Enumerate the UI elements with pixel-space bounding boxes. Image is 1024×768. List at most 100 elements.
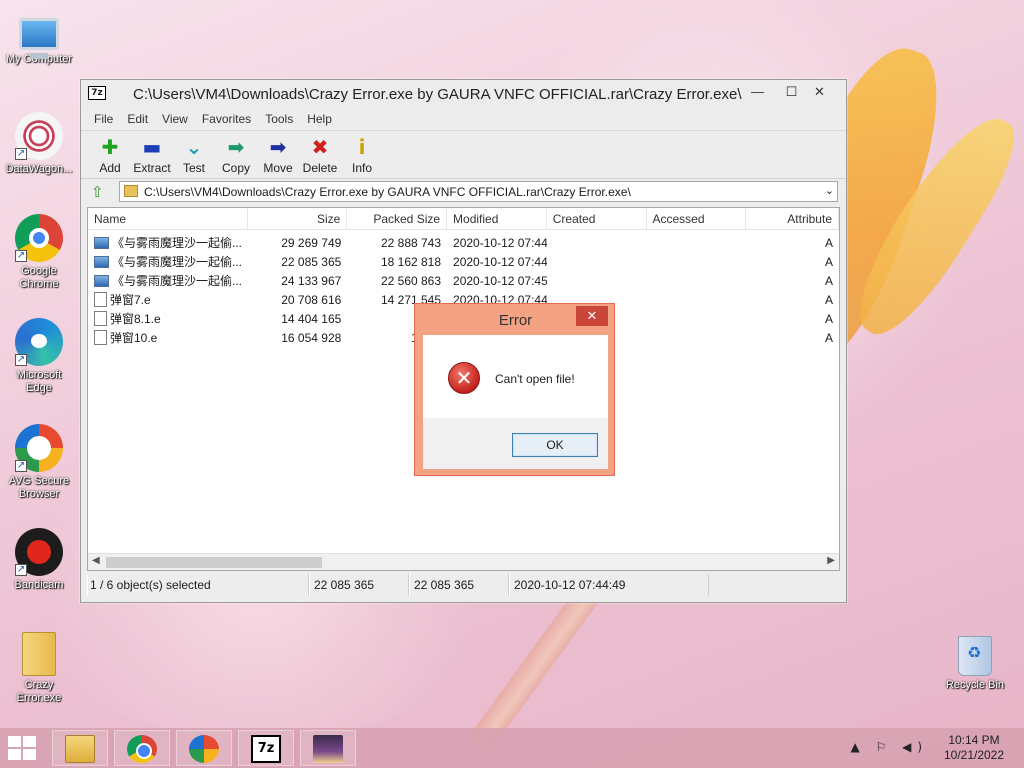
column-packed-size[interactable]: Packed Size — [347, 208, 448, 230]
horizontal-scrollbar[interactable]: ◀ ▶ — [88, 553, 839, 570]
menu-bar: File Edit View Favorites Tools Help — [81, 108, 846, 130]
desktop-icon-avg[interactable]: ↗ AVG Secure Browser — [1, 424, 77, 501]
ok-button[interactable]: OK — [512, 433, 598, 457]
desktop-icon-label: AVG Secure Browser — [8, 475, 70, 500]
taskbar-7zip[interactable]: 7z — [238, 730, 294, 766]
delete-icon: ✖ — [311, 135, 329, 159]
column-created[interactable]: Created — [547, 208, 647, 230]
menu-favorites[interactable]: Favorites — [195, 112, 258, 126]
taskbar-file-explorer[interactable] — [52, 730, 108, 766]
desktop-icon-my-computer[interactable]: My Computer — [1, 10, 77, 66]
dialog-message: Can't open file! — [495, 372, 575, 386]
file-name: 弹窗10.e — [110, 331, 158, 345]
extract-button[interactable]: ▬ Extract — [131, 131, 173, 178]
file-packed-size: 18 162 818 — [380, 254, 442, 269]
desktop-icon-datawagon[interactable]: ↗ DataWagon... — [1, 112, 77, 176]
file-size: 29 269 749 — [281, 235, 342, 250]
wallpaper-petal — [839, 100, 1024, 350]
extract-icon: ▬ — [142, 135, 162, 159]
column-headers: Name Size Packed Size Modified Created A… — [88, 208, 839, 230]
file-icon — [94, 311, 107, 326]
add-icon: ✚ — [101, 135, 119, 159]
table-row[interactable]: 《与雾雨魔理沙一起偷... 24 133 967 22 560 863 2020… — [88, 271, 839, 290]
close-button[interactable]: ✕ — [806, 82, 833, 102]
folder-icon — [124, 185, 138, 197]
column-modified[interactable]: Modified — [447, 208, 547, 230]
address-bar[interactable]: C:\Users\VM4\Downloads\Crazy Error.exe b… — [119, 181, 838, 202]
file-name: 《与雾雨魔理沙一起偷... — [112, 255, 243, 269]
menu-file[interactable]: File — [87, 112, 120, 126]
scroll-left-icon[interactable]: ◀ — [92, 555, 100, 566]
dialog-body: ✕ Can't open file! OK — [423, 335, 608, 469]
avg-browser-icon: ↗ — [15, 424, 63, 472]
dialog-close-button[interactable]: ✕ — [576, 306, 608, 326]
desktop-icon-label: Recycle Bin — [945, 679, 1005, 691]
edge-icon: ↗ — [15, 318, 63, 366]
copy-icon: ➡ — [227, 135, 245, 159]
clock-date: 10/21/2022 — [943, 748, 1005, 762]
recycle-bin-icon — [958, 636, 992, 676]
scroll-right-icon[interactable]: ▶ — [827, 555, 835, 566]
file-name: 《与雾雨魔理沙一起偷... — [112, 274, 243, 288]
taskbar-clock[interactable]: 10:14 PM 10/21/2022 — [934, 733, 1014, 763]
file-attributes: A — [824, 292, 833, 307]
7zip-app-icon[interactable]: 7z — [88, 86, 106, 100]
column-accessed[interactable]: Accessed — [647, 208, 747, 230]
desktop-icon-chrome[interactable]: ↗ Google Chrome — [1, 214, 77, 291]
column-attributes[interactable]: Attribute — [746, 208, 839, 230]
error-dialog: Error ✕ ✕ Can't open file! OK — [414, 303, 615, 476]
info-icon: i — [358, 135, 366, 159]
desktop-icon-recycle-bin[interactable]: Recycle Bin — [937, 632, 1013, 692]
extract-label: Extract — [133, 161, 171, 175]
taskbar-crazy-error[interactable] — [300, 730, 356, 766]
delete-label: Delete — [302, 161, 338, 175]
shortcut-arrow-icon: ↗ — [15, 354, 27, 366]
file-name: 弹窗8.1.e — [110, 312, 161, 326]
window-title: C:\Users\VM4\Downloads\Crazy Error.exe b… — [133, 86, 742, 103]
file-size: 16 054 928 — [281, 330, 342, 345]
move-button[interactable]: ➡ Move — [257, 131, 299, 178]
start-button[interactable] — [8, 736, 38, 760]
move-icon: ➡ — [269, 135, 287, 159]
file-size: 22 085 365 — [281, 254, 342, 269]
table-row[interactable]: 《与雾雨魔理沙一起偷... 29 269 749 22 888 743 2020… — [88, 233, 839, 252]
crazy-error-app-icon — [313, 735, 343, 763]
desktop-icon-label: Microsoft Edge — [16, 369, 62, 394]
desktop-icon-edge[interactable]: ↗ Microsoft Edge — [1, 318, 77, 395]
move-label: Move — [263, 161, 293, 175]
copy-button[interactable]: ➡ Copy — [215, 131, 257, 178]
column-name[interactable]: Name — [88, 208, 248, 230]
file-attributes: A — [824, 254, 833, 269]
up-folder-icon[interactable]: ⇧ — [91, 183, 104, 201]
title-bar[interactable]: 7z C:\Users\VM4\Downloads\Crazy Error.ex… — [81, 80, 846, 108]
desktop-icon-crazy-error[interactable]: Crazy Error.exe — [1, 632, 77, 705]
file-name: 弹窗7.e — [110, 293, 151, 307]
system-tray[interactable]: ▲ ⚐ ◀) — [850, 740, 928, 754]
shortcut-arrow-icon: ↗ — [15, 460, 27, 472]
maximize-button[interactable]: ☐ — [778, 82, 805, 102]
shortcut-arrow-icon: ↗ — [15, 250, 27, 262]
taskbar-chrome[interactable] — [114, 730, 170, 766]
menu-help[interactable]: Help — [300, 112, 339, 126]
desktop-icon-bandicam[interactable]: ↗ Bandicam — [1, 528, 77, 592]
file-packed-size: 22 888 743 — [380, 235, 442, 250]
delete-button[interactable]: ✖ Delete — [299, 131, 341, 178]
scrollbar-thumb[interactable] — [106, 557, 322, 568]
desktop-icon-label: Google Chrome — [19, 265, 59, 290]
menu-tools[interactable]: Tools — [258, 112, 300, 126]
info-button[interactable]: i Info — [341, 131, 383, 178]
test-button[interactable]: ⌄ Test — [173, 131, 215, 178]
avg-browser-icon — [189, 735, 219, 763]
minimize-button[interactable]: — — [744, 82, 771, 102]
windows-logo-icon — [8, 736, 21, 747]
taskbar-avg-browser[interactable] — [176, 730, 232, 766]
column-size[interactable]: Size — [248, 208, 348, 230]
menu-edit[interactable]: Edit — [120, 112, 155, 126]
file-modified: 2020-10-12 07:44 — [453, 235, 547, 250]
menu-view[interactable]: View — [155, 112, 195, 126]
chevron-down-icon[interactable]: ⌄ — [825, 184, 834, 197]
table-row[interactable]: 《与雾雨魔理沙一起偷... 22 085 365 18 162 818 2020… — [88, 252, 839, 271]
image-file-icon — [94, 236, 109, 249]
add-button[interactable]: ✚ Add — [89, 131, 131, 178]
desktop-icon-label: DataWagon... — [5, 163, 73, 175]
